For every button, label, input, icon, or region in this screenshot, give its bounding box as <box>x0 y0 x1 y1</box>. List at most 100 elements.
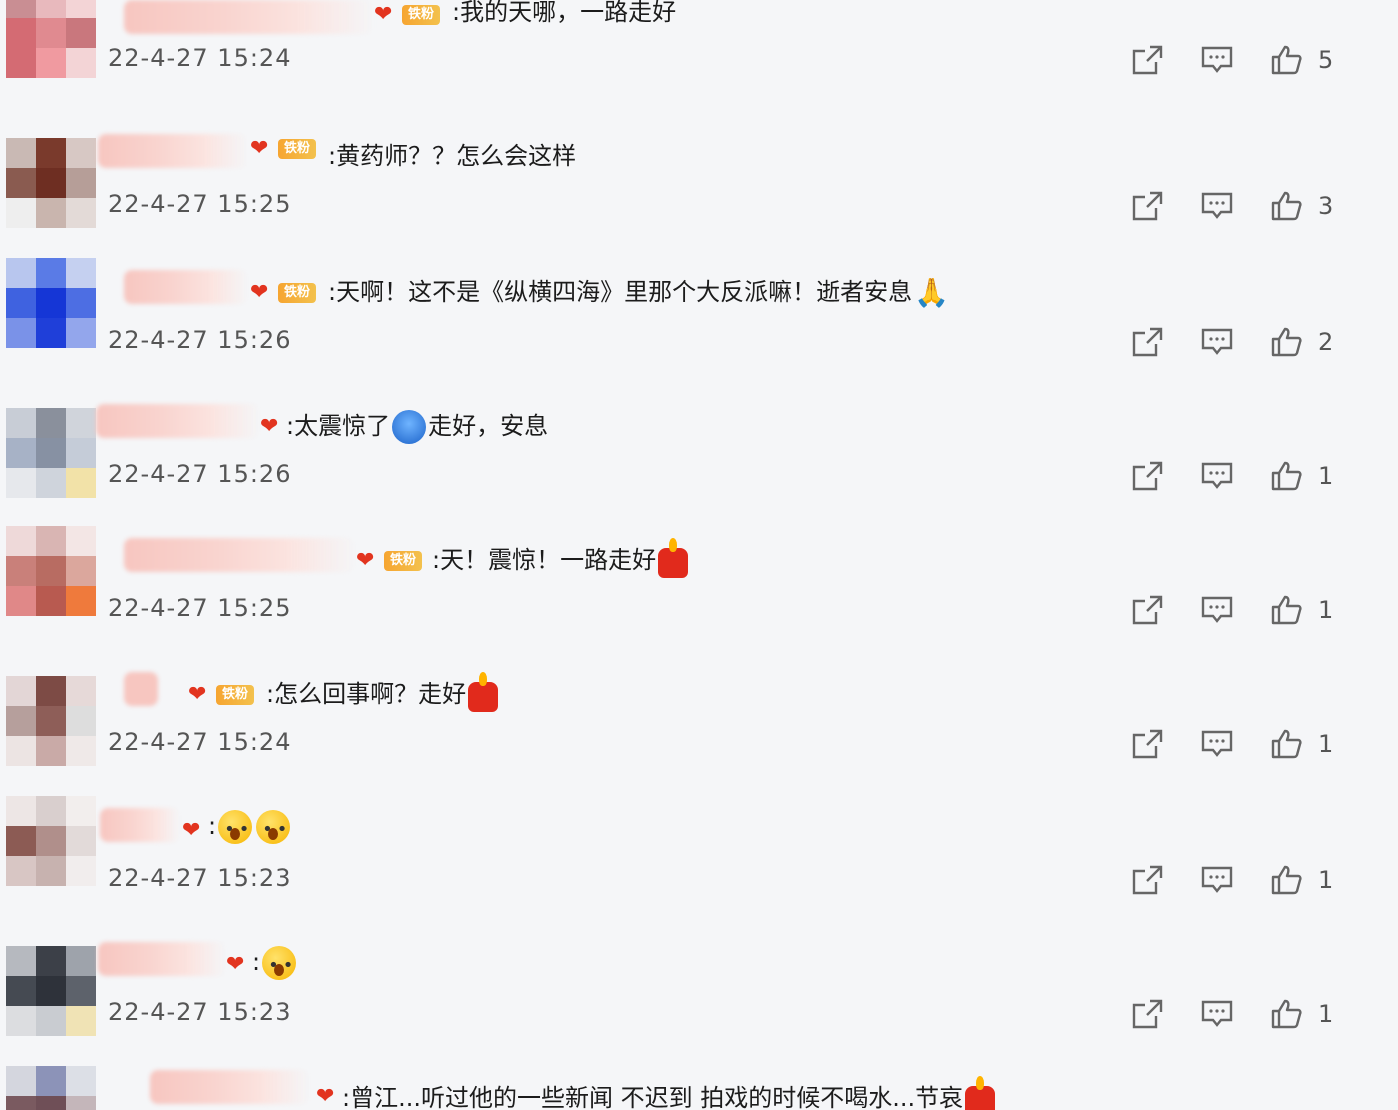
thumbs-up-icon <box>1271 461 1302 491</box>
heart-icon <box>188 684 214 706</box>
pray-icon: 🙏 <box>914 276 949 309</box>
shocked-emoji-icon <box>218 810 253 848</box>
thumbs-up-icon <box>1271 999 1302 1029</box>
share-icon <box>1132 461 1163 491</box>
fan-badge <box>182 818 208 844</box>
like-button[interactable] <box>1270 728 1304 760</box>
reply-button[interactable] <box>1200 728 1234 760</box>
fan-badge <box>260 414 286 440</box>
candle-icon <box>658 538 689 578</box>
comment-time: 22-4-27 15:24 <box>108 44 292 72</box>
like-button[interactable] <box>1270 190 1304 222</box>
comment-item: 铁粉 :我的天哪，一路走好 22-4-27 15:24 5 <box>0 0 1398 122</box>
reply-button[interactable] <box>1200 326 1234 358</box>
comment-icon <box>1201 1000 1233 1027</box>
comment-text: : <box>252 944 298 984</box>
fan-badge: 铁粉 <box>250 136 317 162</box>
shocked-emoji-icon <box>256 810 291 848</box>
comment-item: 铁粉 :黄药师？？怎么会这样 22-4-27 15:25 3 <box>0 122 1398 256</box>
candle-icon <box>468 672 499 712</box>
heart-icon <box>250 282 276 304</box>
comment-text: :我的天哪，一路走好 <box>452 0 677 26</box>
share-button[interactable] <box>1130 864 1164 896</box>
comment-text: : <box>208 808 292 848</box>
fan-badge: 铁粉 <box>250 280 317 306</box>
username[interactable] <box>124 672 158 706</box>
heart-icon <box>260 416 286 438</box>
avatar[interactable] <box>6 946 96 1036</box>
like-count: 1 <box>1318 596 1334 624</box>
share-button[interactable] <box>1130 190 1164 222</box>
comment-time: 22-4-27 15:23 <box>108 998 292 1026</box>
reply-button[interactable] <box>1200 998 1234 1030</box>
like-count: 1 <box>1318 1000 1334 1028</box>
comment-icon <box>1201 730 1233 757</box>
fan-badge: 铁粉 <box>356 548 423 574</box>
share-icon <box>1132 327 1163 357</box>
reply-button[interactable] <box>1200 594 1234 626</box>
heart-icon <box>182 820 208 842</box>
comment-text: :曾江...听过他的一些新闻 不迟到 拍戏的时候不喝水...节哀 <box>342 1076 997 1110</box>
like-button[interactable] <box>1270 998 1304 1030</box>
username[interactable] <box>98 134 248 168</box>
share-icon <box>1132 865 1163 895</box>
share-button[interactable] <box>1130 326 1164 358</box>
comment-time: 22-4-27 15:26 <box>108 326 292 354</box>
candle-icon <box>965 1076 996 1110</box>
username[interactable] <box>96 404 260 438</box>
comment-item: : 22-4-27 15:23 1 <box>0 930 1398 1064</box>
avatar[interactable] <box>6 1066 96 1110</box>
avatar[interactable] <box>6 0 96 78</box>
fan-badge <box>316 1084 342 1110</box>
comment-icon <box>1201 462 1233 489</box>
fan-badge: 铁粉 <box>374 2 441 28</box>
share-button[interactable] <box>1130 44 1164 76</box>
reply-button[interactable] <box>1200 864 1234 896</box>
like-count: 1 <box>1318 462 1334 490</box>
avatar[interactable] <box>6 676 96 766</box>
share-icon <box>1132 45 1163 75</box>
like-button[interactable] <box>1270 460 1304 492</box>
reply-button[interactable] <box>1200 190 1234 222</box>
like-button[interactable] <box>1270 864 1304 896</box>
comment-time: 22-4-27 15:26 <box>108 460 292 488</box>
heart-icon <box>374 4 400 26</box>
like-button[interactable] <box>1270 594 1304 626</box>
username[interactable] <box>124 538 356 572</box>
share-button[interactable] <box>1130 728 1164 760</box>
username[interactable] <box>150 1070 310 1104</box>
scream-emoji-icon <box>392 410 427 444</box>
avatar[interactable] <box>6 526 96 616</box>
fan-badge: 铁粉 <box>188 682 255 708</box>
comment-icon <box>1201 328 1233 355</box>
like-button[interactable] <box>1270 326 1304 358</box>
comment-item: 铁粉 :怎么回事啊？走好 22-4-27 15:24 1 <box>0 660 1398 794</box>
avatar[interactable] <box>6 796 96 886</box>
username[interactable] <box>124 270 248 304</box>
share-icon <box>1132 729 1163 759</box>
username[interactable] <box>100 808 180 842</box>
share-icon <box>1132 595 1163 625</box>
like-button[interactable] <box>1270 44 1304 76</box>
share-button[interactable] <box>1130 594 1164 626</box>
username[interactable] <box>124 0 374 34</box>
username[interactable] <box>98 942 226 976</box>
share-button[interactable] <box>1130 460 1164 492</box>
comment-item: :太震惊了走好，安息 22-4-27 15:26 1 <box>0 392 1398 526</box>
reply-button[interactable] <box>1200 460 1234 492</box>
like-count: 1 <box>1318 730 1334 758</box>
comment-icon <box>1201 596 1233 623</box>
share-icon <box>1132 191 1163 221</box>
avatar[interactable] <box>6 138 96 228</box>
comment-time: 22-4-27 15:25 <box>108 190 292 218</box>
comment-time: 22-4-27 15:24 <box>108 728 292 756</box>
thumbs-up-icon <box>1271 729 1302 759</box>
comment-text: :太震惊了 走好，安息 <box>286 408 548 444</box>
share-button[interactable] <box>1130 998 1164 1030</box>
avatar[interactable] <box>6 258 96 348</box>
comment-icon <box>1201 192 1233 219</box>
reply-button[interactable] <box>1200 44 1234 76</box>
heart-icon <box>356 550 382 572</box>
avatar[interactable] <box>6 408 96 498</box>
comment-text: :天！震惊！一路走好 <box>432 538 690 578</box>
